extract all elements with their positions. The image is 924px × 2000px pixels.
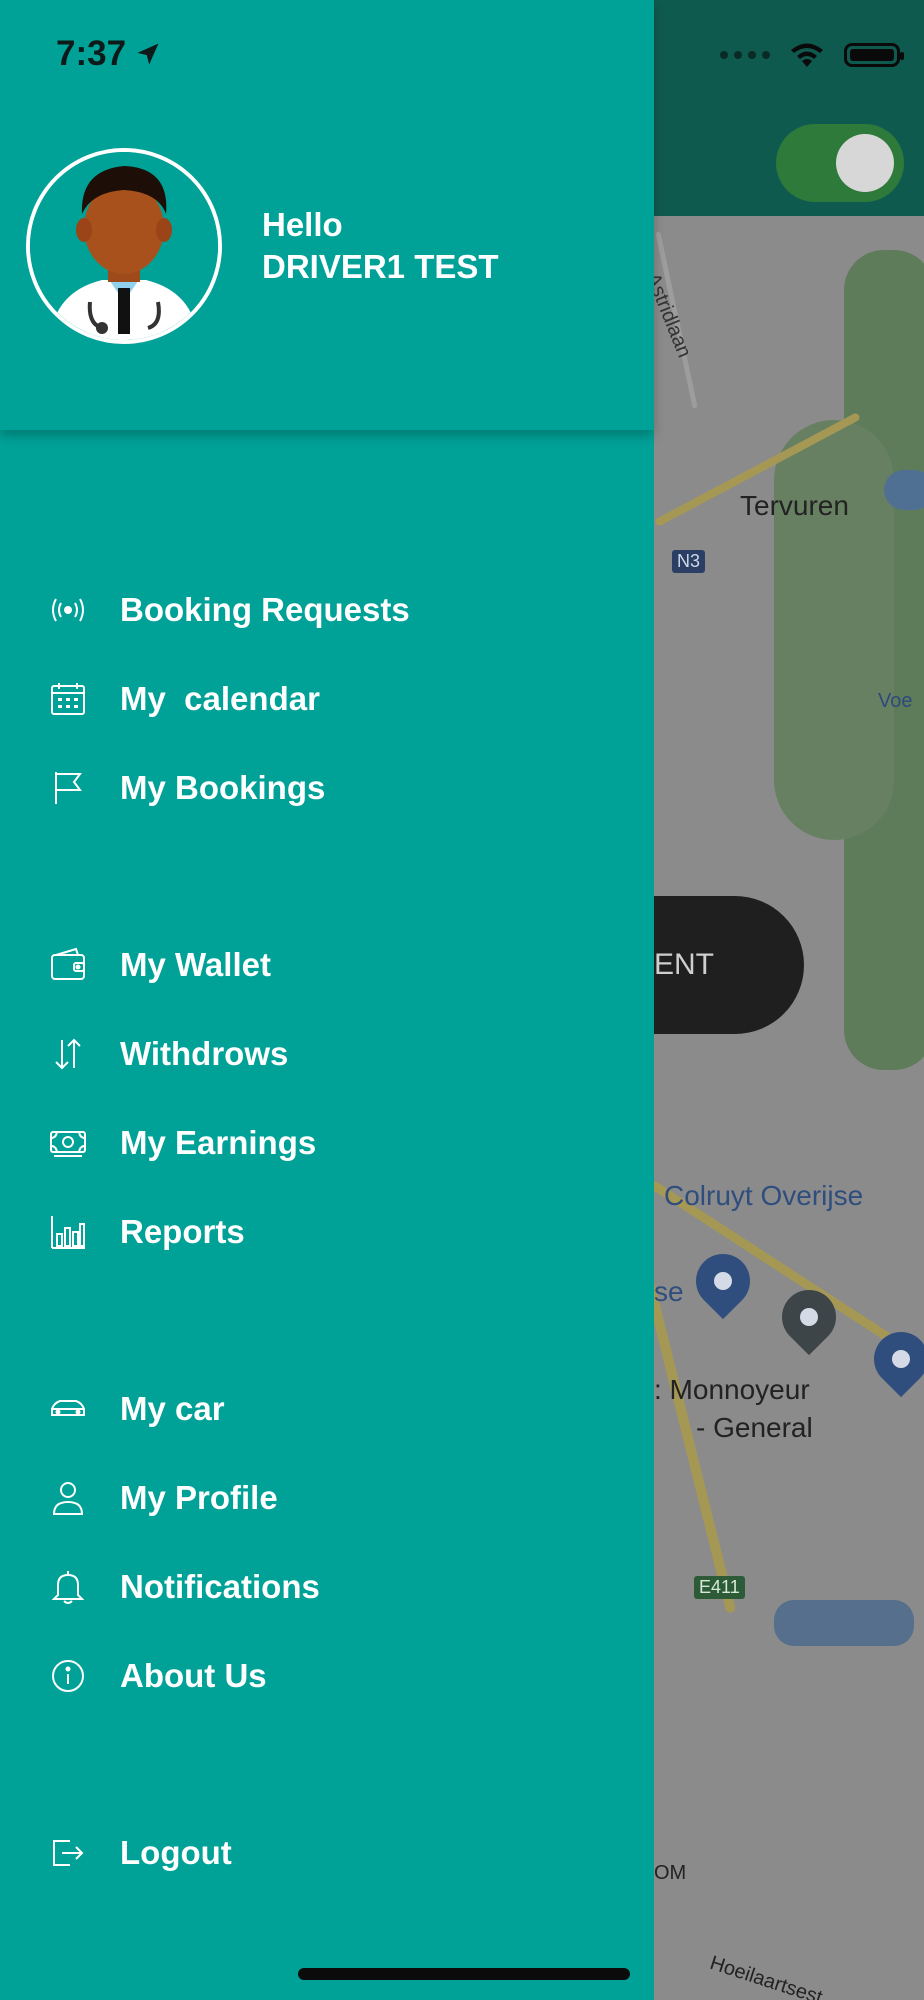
battery-icon	[844, 43, 904, 67]
map-label-om: OM	[654, 1862, 687, 1884]
bar-chart-icon	[46, 1210, 90, 1254]
menu-item-my-wallet[interactable]: My Wallet	[46, 935, 626, 995]
map-view[interactable]: Tervuren Astridlaan Voe Colruyt Overijse…	[654, 0, 924, 2000]
menu-label: My calendar	[120, 680, 320, 717]
menu-item-logout[interactable]: Logout	[46, 1823, 626, 1883]
car-icon	[46, 1387, 90, 1431]
map-top-bar	[654, 0, 924, 216]
map-label-se: se	[654, 1276, 684, 1307]
cellular-signal-icon	[720, 51, 770, 59]
menu-label: Booking Requests	[120, 591, 410, 628]
road-badge-e411: E411	[694, 1576, 745, 1599]
bell-icon	[46, 1565, 90, 1609]
avatar[interactable]	[26, 148, 222, 344]
menu-label: Logout	[120, 1834, 232, 1871]
menu-label: Withdrows	[120, 1035, 289, 1072]
map-label-general: - General	[696, 1412, 813, 1443]
menu-label: My Profile	[120, 1479, 278, 1516]
status-time: 7:37	[56, 34, 162, 74]
map-action-button[interactable]: ENT	[654, 896, 804, 1034]
wifi-icon	[791, 43, 823, 67]
menu-item-notifications[interactable]: Notifications	[46, 1557, 626, 1617]
wallet-icon	[46, 943, 90, 987]
map-label-colruyt[interactable]: Colruyt Overijse	[664, 1180, 863, 1212]
menu-item-booking-requests[interactable]: Booking Requests	[46, 580, 626, 640]
cash-icon	[46, 1121, 90, 1165]
broadcast-icon	[46, 588, 90, 632]
drawer-greeting: Hello DRIVER1 TEST	[262, 204, 499, 288]
menu-item-my-bookings[interactable]: My Bookings	[46, 758, 626, 818]
user-name: DRIVER1 TEST	[262, 248, 499, 285]
map-label-tervuren: Tervuren	[740, 490, 849, 521]
status-icons	[720, 38, 904, 72]
home-indicator[interactable]	[298, 1968, 630, 1980]
menu-item-my-earnings[interactable]: My Earnings	[46, 1113, 626, 1173]
menu-item-my-calendar[interactable]: My calendar	[46, 669, 626, 729]
map-label-monnoyeur: : Monnoyeur	[654, 1374, 810, 1405]
menu-label: My Bookings	[120, 769, 326, 806]
menu-label: Notifications	[120, 1568, 320, 1605]
menu-label: About Us	[120, 1657, 267, 1694]
transfer-arrows-icon	[46, 1032, 90, 1076]
menu-item-my-car[interactable]: My car	[46, 1379, 626, 1439]
menu-item-about-us[interactable]: About Us	[46, 1646, 626, 1706]
location-arrow-icon	[137, 43, 159, 65]
menu-item-reports[interactable]: Reports	[46, 1202, 626, 1262]
toggle-knob	[836, 134, 894, 192]
menu-label: My car	[120, 1390, 225, 1427]
menu-label: My Wallet	[120, 946, 271, 983]
online-toggle[interactable]	[776, 124, 904, 202]
menu-item-withdrows[interactable]: Withdrows	[46, 1024, 626, 1084]
drawer-header: 7:37 Hello DRIVER1 TEST	[0, 0, 654, 430]
road-badge-n3: N3	[672, 550, 706, 573]
calendar-icon	[46, 677, 90, 721]
info-icon	[46, 1654, 90, 1698]
map-action-button-label: ENT	[654, 948, 714, 981]
map-label-voe: Voe	[878, 690, 913, 712]
logout-icon	[46, 1831, 90, 1875]
user-icon	[46, 1476, 90, 1520]
doctor-avatar-icon	[30, 152, 218, 340]
navigation-drawer: 7:37 Hello DRIVER1 TEST Booking Requests…	[0, 0, 654, 2000]
flag-icon	[46, 766, 90, 810]
menu-label: Reports	[120, 1213, 245, 1250]
greeting-hello: Hello	[262, 206, 343, 243]
menu-item-my-profile[interactable]: My Profile	[46, 1468, 626, 1528]
menu-label: My Earnings	[120, 1124, 317, 1161]
